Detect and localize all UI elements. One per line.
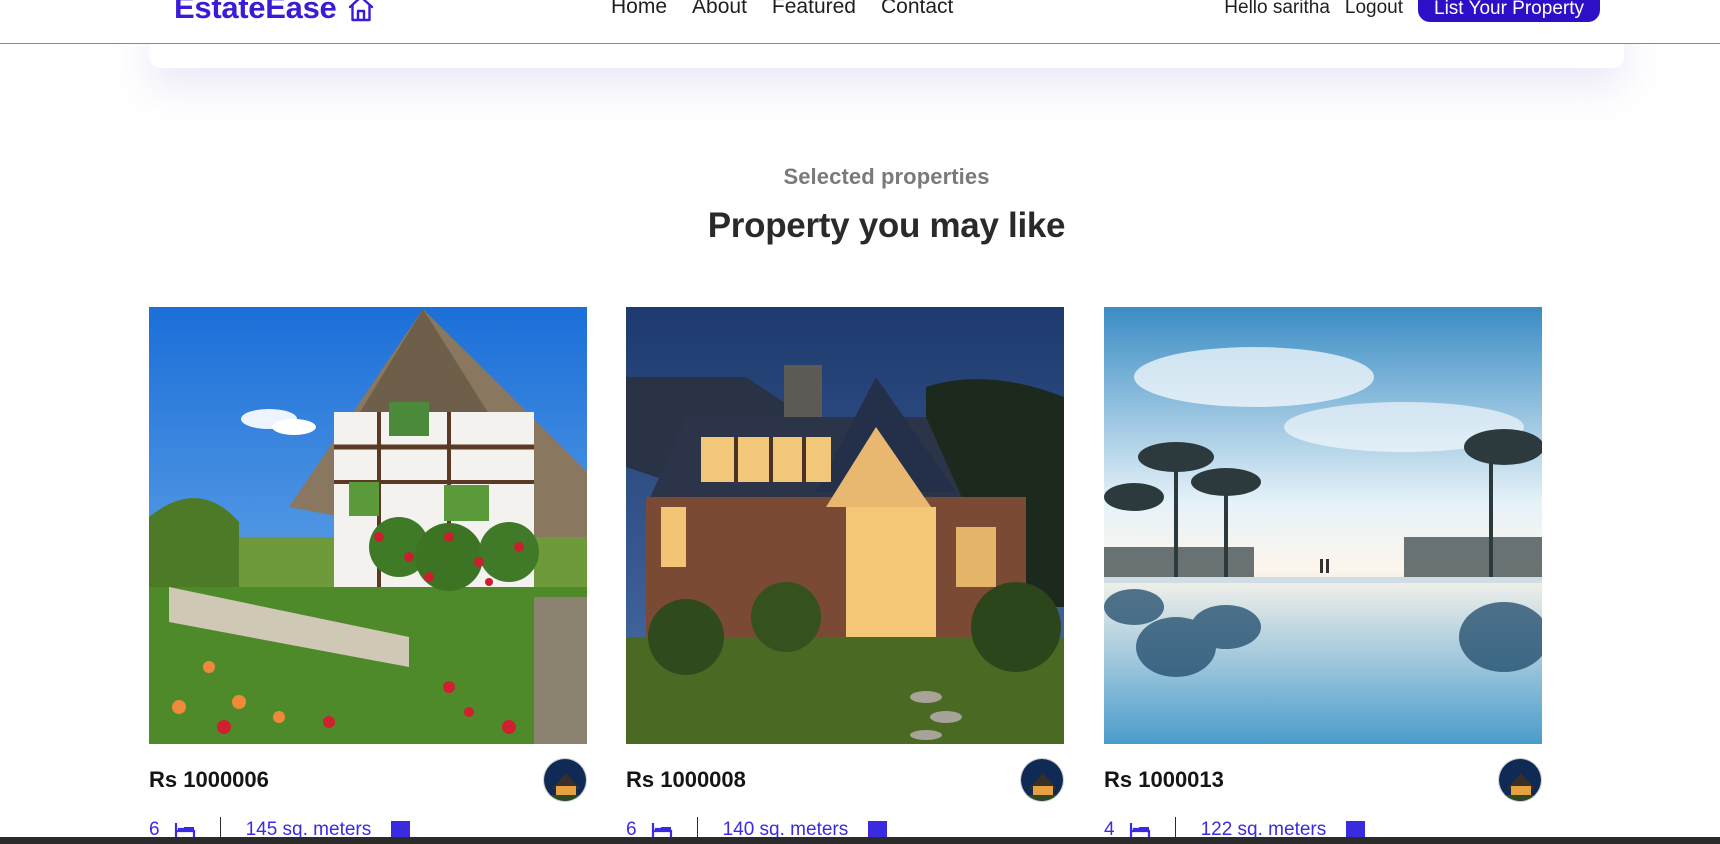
brand-name: EstateEase [174,0,337,25]
infinity-pool-photo [1104,307,1542,744]
nav-about-link[interactable]: About [692,0,747,19]
modern-house-dusk-photo [626,307,1064,744]
property-image-cottage[interactable] [149,307,587,744]
property-price: Rs 1000008 [626,767,746,792]
owner-avatar[interactable] [1020,758,1064,802]
house-outline-icon [349,0,374,22]
user-area: Hello saritha Logout List Your Property [1224,0,1600,22]
property-price: Rs 1000006 [149,767,269,792]
list-property-button[interactable]: List Your Property [1418,0,1600,22]
owner-avatar[interactable] [543,758,587,802]
logout-link[interactable]: Logout [1345,0,1403,19]
property-image-modern-house[interactable] [626,307,1064,744]
top-navbar: EstateEase Home About Featured Contact H… [0,0,1720,44]
price-row: Rs 1000006 [149,758,587,802]
property-image-pool[interactable] [1104,307,1542,744]
cottage-photo [149,307,587,744]
owner-avatar[interactable] [1498,758,1542,802]
nav-contact-link[interactable]: Contact [881,0,953,19]
brand-logo[interactable]: EstateEase [174,0,376,26]
main-nav: Home About Featured Contact [611,0,953,19]
section-title: Property you may like [707,206,1066,245]
user-greeting: Hello saritha [1224,0,1330,18]
price-row: Rs 1000013 [1104,758,1542,802]
property-card[interactable]: Rs 1000013 4 122 sq. meters [1104,307,1542,843]
nav-featured-link[interactable]: Featured [772,0,856,19]
property-price: Rs 1000013 [1104,767,1224,792]
price-row: Rs 1000008 [626,758,1064,802]
bottom-edge-bar [0,837,1720,844]
property-card[interactable]: Rs 1000006 6 145 sq. meters [149,307,587,843]
nav-home-link[interactable]: Home [611,0,667,19]
property-card[interactable]: Rs 1000008 6 140 sq. meters [626,307,1064,843]
section-eyebrow: Selected properties [783,164,990,189]
section-heading: Selected properties Property you may lik… [0,164,1720,246]
